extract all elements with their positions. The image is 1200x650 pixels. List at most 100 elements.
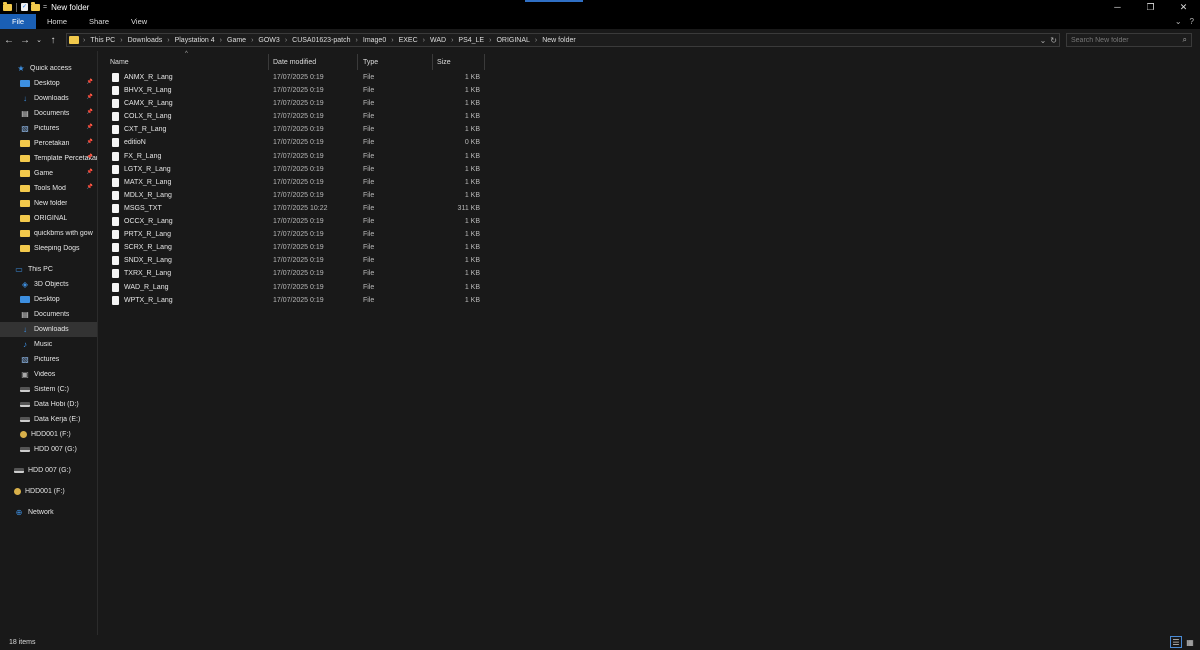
recent-locations-button[interactable]: ⌄: [34, 33, 44, 47]
breadcrumb-separator[interactable]: ›: [391, 37, 393, 44]
sidebar-item[interactable]: ♪ Music: [0, 337, 97, 352]
breadcrumb-item[interactable]: New folder: [542, 37, 575, 44]
sidebar-item[interactable]: ▧ Pictures 📌: [0, 121, 97, 136]
help-button[interactable]: ?: [1190, 17, 1194, 26]
breadcrumb-separator[interactable]: ›: [535, 37, 537, 44]
table-row[interactable]: COLX_R_Lang 17/07/2025 0:19 File 1 KB: [99, 110, 489, 123]
breadcrumb-separator[interactable]: ›: [489, 37, 491, 44]
file-date-modified: 17/07/2025 0:19: [273, 244, 324, 252]
sidebar-item-quick-access[interactable]: ★ Quick access: [0, 61, 97, 76]
breadcrumb-item[interactable]: This PC: [90, 37, 115, 44]
sidebar-item[interactable]: Data Hobi (D:): [0, 397, 97, 412]
column-header-name[interactable]: Name: [106, 54, 269, 70]
sidebar-item[interactable]: Desktop 📌: [0, 76, 97, 91]
new-folder-icon[interactable]: [31, 1, 40, 11]
table-row[interactable]: MSGS_TXT 17/07/2025 10:22 File 311 KB: [99, 202, 489, 215]
breadcrumb-separator[interactable]: ›: [120, 37, 122, 44]
table-row[interactable]: CAMX_R_Lang 17/07/2025 0:19 File 1 KB: [99, 97, 489, 110]
table-row[interactable]: WAD_R_Lang 17/07/2025 0:19 File 1 KB: [99, 281, 489, 294]
breadcrumb-separator[interactable]: ›: [251, 37, 253, 44]
breadcrumb-separator[interactable]: ›: [285, 37, 287, 44]
table-row[interactable]: TXRX_R_Lang 17/07/2025 0:19 File 1 KB: [99, 267, 489, 280]
table-row[interactable]: BHVX_R_Lang 17/07/2025 0:19 File 1 KB: [99, 84, 489, 97]
details-view-button[interactable]: ☰: [1170, 636, 1182, 648]
maximize-button[interactable]: ❐: [1134, 0, 1167, 14]
sidebar-item[interactable]: ↓ Downloads: [0, 322, 97, 337]
breadcrumb-separator[interactable]: ›: [356, 37, 358, 44]
sidebar-item[interactable]: ORIGINAL: [0, 211, 97, 226]
breadcrumb-item[interactable]: Image0: [363, 37, 386, 44]
properties-icon[interactable]: ✓: [21, 3, 28, 11]
breadcrumb-separator[interactable]: ›: [423, 37, 425, 44]
tab-file[interactable]: File: [0, 14, 36, 29]
sidebar-item[interactable]: ◈ 3D Objects: [0, 277, 97, 292]
sidebar-item[interactable]: ▧ Pictures: [0, 352, 97, 367]
table-row[interactable]: SCRX_R_Lang 17/07/2025 0:19 File 1 KB: [99, 241, 489, 254]
sidebar-item[interactable]: ▤ Documents 📌: [0, 106, 97, 121]
sidebar-item[interactable]: ↓ Downloads 📌: [0, 91, 97, 106]
table-row[interactable]: SNDX_R_Lang 17/07/2025 0:19 File 1 KB: [99, 254, 489, 267]
sidebar-item[interactable]: ⊕ Network: [0, 505, 97, 520]
sidebar-item[interactable]: Sistem (C:): [0, 382, 97, 397]
large-icons-view-button[interactable]: ▦: [1184, 636, 1196, 648]
tab-view[interactable]: View: [120, 14, 158, 29]
close-button[interactable]: ✕: [1167, 0, 1200, 14]
sidebar-item[interactable]: HDD 007 (G:): [0, 442, 97, 457]
search-input[interactable]: [1071, 36, 1171, 44]
customize-toolbar-button[interactable]: =: [43, 4, 47, 11]
forward-button[interactable]: →: [18, 33, 32, 47]
sidebar-item[interactable]: ▤ Documents: [0, 307, 97, 322]
table-row[interactable]: MATX_R_Lang 17/07/2025 0:19 File 1 KB: [99, 176, 489, 189]
table-row[interactable]: OCCX_R_Lang 17/07/2025 0:19 File 1 KB: [99, 215, 489, 228]
breadcrumb-separator[interactable]: ›: [451, 37, 453, 44]
address-dropdown-button[interactable]: ⌄: [1040, 36, 1047, 45]
expand-ribbon-button[interactable]: ⌄: [1175, 17, 1182, 26]
column-header-size[interactable]: Size: [433, 54, 485, 70]
back-button[interactable]: ←: [2, 33, 16, 47]
sidebar-item[interactable]: ▣ Videos: [0, 367, 97, 382]
sidebar-item[interactable]: Game 📌: [0, 166, 97, 181]
sidebar-item[interactable]: Template Percetakan 📌: [0, 151, 97, 166]
sidebar-item[interactable]: Desktop: [0, 292, 97, 307]
breadcrumb-separator[interactable]: ›: [220, 37, 222, 44]
sidebar-item-this-pc[interactable]: ▭ This PC: [0, 262, 97, 277]
sidebar-item[interactable]: Tools Mod 📌: [0, 181, 97, 196]
address-bar[interactable]: › This PC › Downloads › Playstation 4 › Game › G…: [66, 33, 1060, 47]
breadcrumb-item[interactable]: CUSA01623-patch: [292, 37, 350, 44]
table-row[interactable]: MDLX_R_Lang 17/07/2025 0:19 File 1 KB: [99, 189, 489, 202]
breadcrumb-item[interactable]: PS4_LE: [458, 37, 484, 44]
sidebar-item[interactable]: Data Kerja (E:): [0, 412, 97, 427]
table-row[interactable]: ANMX_R_Lang 17/07/2025 0:19 File 1 KB: [99, 71, 489, 84]
breadcrumb-item[interactable]: ORIGINAL: [496, 37, 529, 44]
breadcrumb-separator[interactable]: ›: [83, 37, 85, 44]
sidebar-item[interactable]: quickbms with gow: [0, 226, 97, 241]
breadcrumb-item[interactable]: Downloads: [128, 37, 163, 44]
tab-home[interactable]: Home: [36, 14, 78, 29]
table-row[interactable]: FX_R_Lang 17/07/2025 0:19 File 1 KB: [99, 150, 489, 163]
search-box[interactable]: ⌕: [1066, 33, 1192, 47]
breadcrumb-separator[interactable]: ›: [167, 37, 169, 44]
sidebar-item[interactable]: Sleeping Dogs: [0, 241, 97, 256]
breadcrumb-item[interactable]: GOW3: [258, 37, 279, 44]
search-icon[interactable]: ⌕: [1183, 35, 1187, 45]
sidebar-item[interactable]: New folder: [0, 196, 97, 211]
refresh-button[interactable]: ↻: [1050, 36, 1057, 45]
table-row[interactable]: WPTX_R_Lang 17/07/2025 0:19 File 1 KB: [99, 294, 489, 307]
sidebar-item[interactable]: HDD001 (F:): [0, 427, 97, 442]
sidebar-item[interactable]: Percetakan 📌: [0, 136, 97, 151]
sidebar-item[interactable]: HDD001 (F:): [0, 484, 97, 499]
minimize-button[interactable]: ─: [1101, 0, 1134, 14]
breadcrumb-item[interactable]: Game: [227, 37, 246, 44]
table-row[interactable]: CXT_R_Lang 17/07/2025 0:19 File 1 KB: [99, 123, 489, 136]
breadcrumb-item[interactable]: WAD: [430, 37, 446, 44]
table-row[interactable]: PRTX_R_Lang 17/07/2025 0:19 File 1 KB: [99, 228, 489, 241]
breadcrumb-item[interactable]: EXEC: [399, 37, 418, 44]
breadcrumb-item[interactable]: Playstation 4: [175, 37, 215, 44]
table-row[interactable]: editioN 17/07/2025 0:19 File 0 KB: [99, 136, 489, 149]
table-row[interactable]: LGTX_R_Lang 17/07/2025 0:19 File 1 KB: [99, 163, 489, 176]
sidebar-item[interactable]: HDD 007 (G:): [0, 463, 97, 478]
tab-share[interactable]: Share: [78, 14, 120, 29]
column-header-type[interactable]: Type: [359, 54, 433, 70]
up-button[interactable]: ↑: [46, 33, 60, 47]
column-header-date-modified[interactable]: Date modified: [269, 54, 358, 70]
